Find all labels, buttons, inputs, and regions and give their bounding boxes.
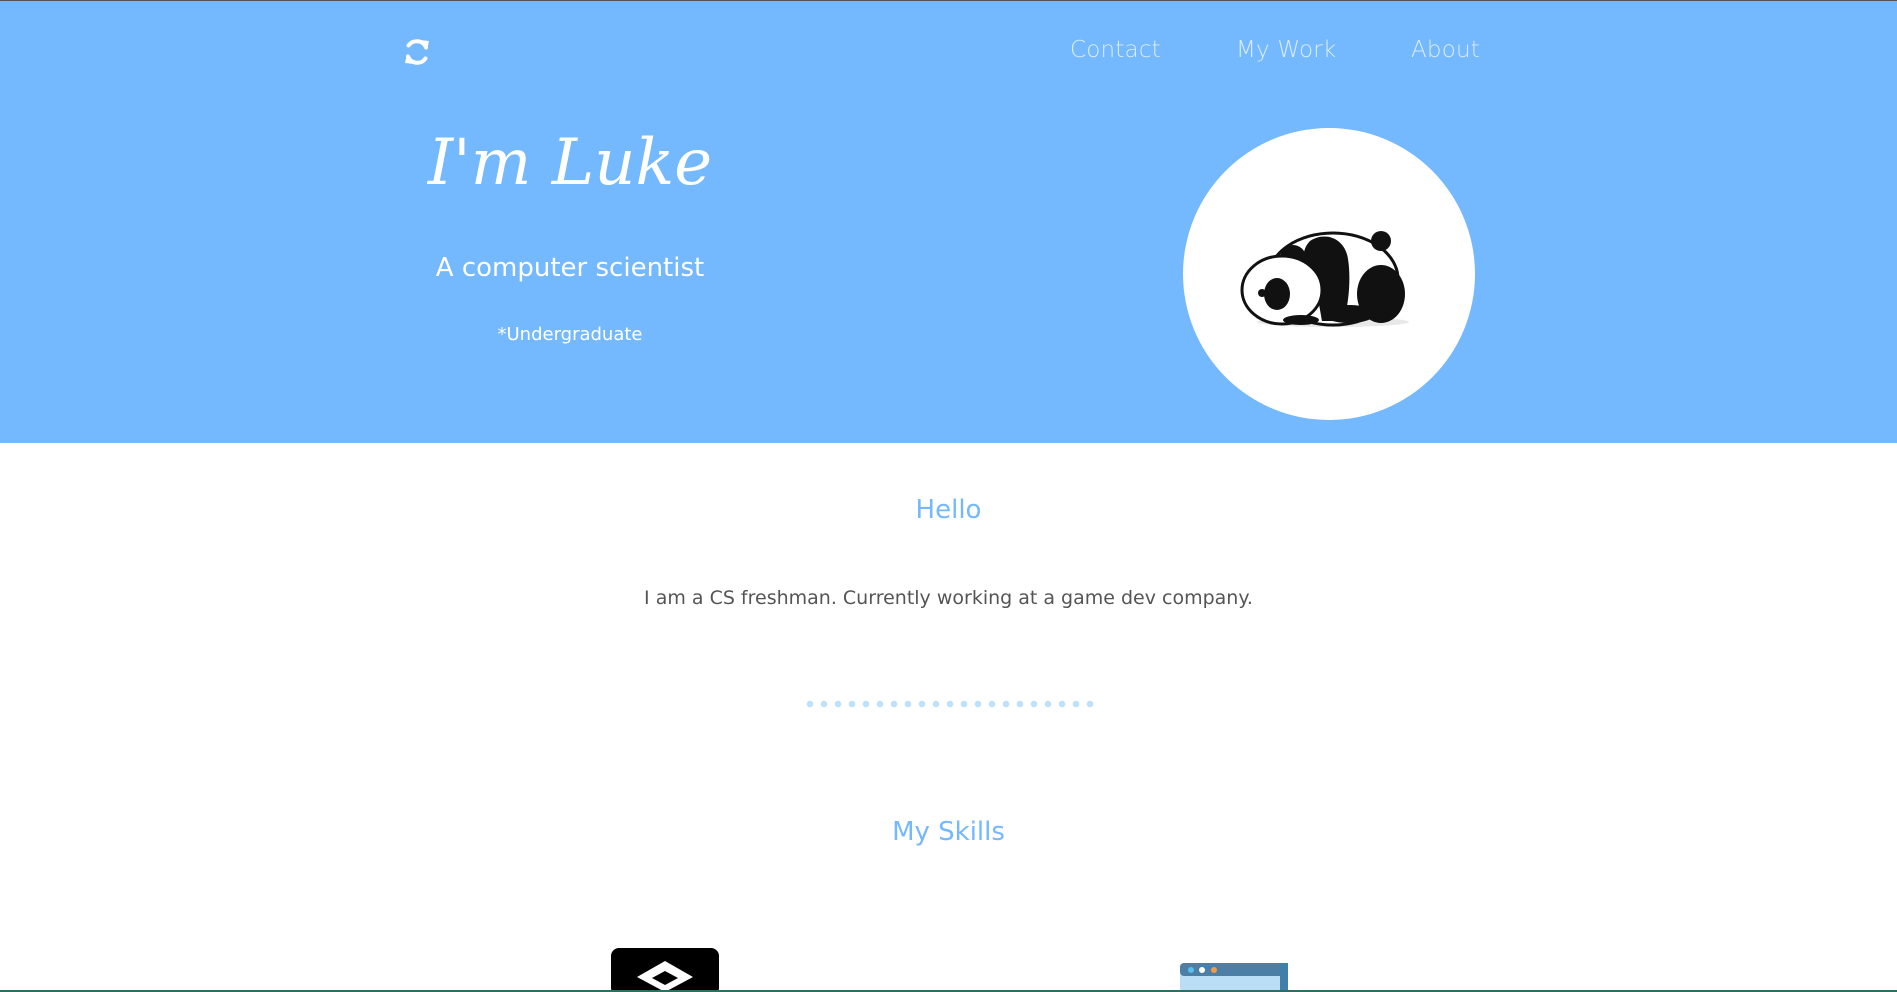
hello-text: I am a CS freshman. Currently working at… [644, 587, 1253, 609]
sleeping-panda-image [1240, 231, 1409, 327]
dotted-divider [806, 700, 1094, 708]
nav-about-link[interactable]: About [1411, 37, 1480, 63]
cube-code-icon [611, 948, 719, 992]
page: Contact My Work About I'm Luke A compute… [0, 0, 1897, 992]
hello-title: Hello [915, 495, 982, 525]
nav-my-work-link[interactable]: My Work [1236, 37, 1336, 63]
refresh-icon[interactable] [402, 37, 432, 67]
avatar [1183, 128, 1475, 420]
hero-section: Contact My Work About I'm Luke A compute… [0, 1, 1897, 443]
hero-subtitle: A computer scientist [435, 253, 705, 283]
nav-contact-link[interactable]: Contact [1070, 37, 1161, 63]
skills-title: My Skills [892, 817, 1005, 847]
hero-note: *Undergraduate [497, 324, 643, 345]
browser-window-icon [1180, 963, 1288, 992]
hero-name: I'm Luke [427, 126, 713, 200]
